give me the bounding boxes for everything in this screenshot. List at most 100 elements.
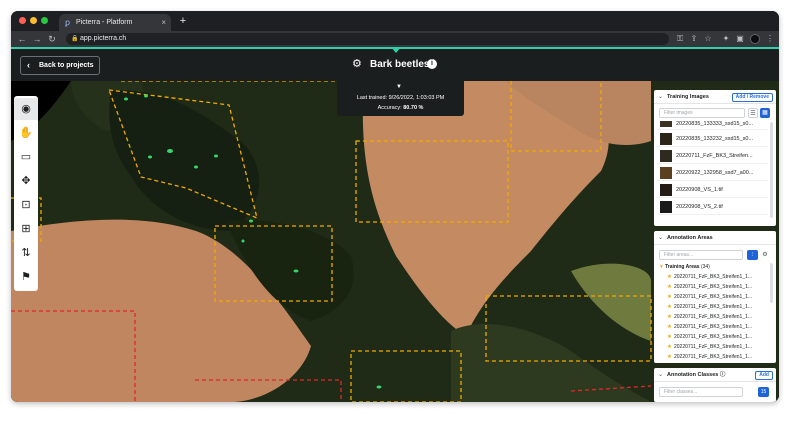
areas-list-icon[interactable]: ⫶ (747, 250, 758, 260)
image-label: 20220835_133232_ssd15_s0... (676, 136, 754, 142)
image-label: 20220711_FzF_BK3_Streifen... (676, 153, 753, 159)
rectangle-tool-icon[interactable]: ▭ (14, 146, 38, 168)
areas-scrollbar[interactable] (770, 263, 773, 303)
areas-options-icon[interactable]: ⚙ (760, 250, 770, 260)
area-label: 20220711_FzF_BK3_Streifen1_1... (674, 274, 753, 280)
star-icon: ★ (667, 284, 672, 290)
star-icon: ★ (667, 344, 672, 350)
app-header: ‹ Back to projects ⚙ Bark beetles i (11, 47, 779, 81)
image-thumbnail (660, 167, 672, 179)
area-label: 20220711_FzF_BK3_Streifen1_1... (674, 314, 753, 320)
hand-icon[interactable]: ✋ (14, 122, 38, 144)
image-thumbnail (660, 133, 672, 145)
annotation-classes-card: ⌄ Annotation Classes ⓘ Add Filter classe… (654, 368, 776, 402)
area-item[interactable]: ★ 20220711_FzF_BK3_Streifen1_1... (660, 352, 764, 362)
header-accent-notch (391, 47, 401, 53)
reload-button[interactable]: ↻ (46, 31, 58, 47)
extension-icon[interactable]: ✦ (720, 31, 732, 47)
training-image-row[interactable]: 20220835_133333_ssd15_s0... (657, 121, 768, 130)
caret-down-icon[interactable]: ▼ (396, 84, 402, 90)
chevron-down-icon: ⌄ (658, 94, 664, 100)
square-select-icon[interactable]: ⊡ (14, 194, 38, 216)
right-panel: ⌄ Training Images Add / Remove Filter im… (654, 90, 776, 402)
filter-classes-input[interactable]: Filter classes... (659, 387, 743, 397)
close-tab-icon[interactable]: × (161, 14, 166, 31)
area-item[interactable]: ★ 20220711_FzF_BK3_Streifen1_1... (660, 332, 764, 342)
training-images-card: ⌄ Training Images Add / Remove Filter im… (654, 90, 776, 226)
training-image-row[interactable]: 20220711_FzF_BK3_Streifen... (657, 148, 768, 164)
training-image-row[interactable]: 20220908_VS_1.tif (657, 182, 768, 198)
area-item[interactable]: ★ 20220711_FzF_BK3_Streifen1_1... (660, 272, 764, 282)
image-label: 20220835_133333_ssd15_s0... (676, 121, 754, 127)
info-icon[interactable]: ⓘ (720, 372, 726, 378)
flag-icon[interactable]: ⚑ (14, 266, 38, 288)
training-image-row[interactable]: 20220835_133232_ssd15_s0... (657, 131, 768, 147)
area-item[interactable]: ★ 20220711_FzF_BK3_Streifen1_1... (660, 302, 764, 312)
move-arrows-icon[interactable]: ✥ (14, 170, 38, 192)
group-label: Training Areas (665, 264, 700, 270)
star-icon: ★ (667, 354, 672, 360)
classes-count-badge[interactable]: 15 (758, 387, 769, 397)
area-item[interactable]: ★ 20220711_FzF_BK3_Streifen1_1... (660, 292, 764, 302)
profile-avatar[interactable] (750, 34, 760, 44)
menu-icon[interactable]: ⋮ (764, 31, 776, 47)
training-status-panel: ▼ Last trained: 9/26/2022, 1:03:03 PM Ac… (337, 81, 464, 116)
area-label: 20220711_FzF_BK3_Streifen1_1... (674, 334, 753, 340)
minimize-window-dot[interactable] (30, 17, 37, 24)
info-icon[interactable]: i (427, 59, 437, 69)
star-icon: ★ (667, 334, 672, 340)
training-image-row[interactable]: 20220922_132958_ssd7_a00... (657, 165, 768, 181)
image-thumbnail (660, 201, 672, 213)
add-class-button[interactable]: Add (755, 371, 773, 380)
accuracy-row: Accuracy: 80.70 % (337, 105, 464, 111)
area-label: 20220711_FzF_BK3_Streifen1_1... (674, 354, 753, 360)
area-label: 20220711_FzF_BK3_Streifen1_1... (674, 344, 753, 350)
chevron-left-icon: ‹ (27, 60, 30, 70)
key-icon[interactable]: ⚿ (674, 31, 686, 47)
area-item[interactable]: ★ 20220711_FzF_BK3_Streifen1_1... (660, 282, 764, 292)
caret-down-icon: ▾ (660, 264, 663, 270)
accuracy-label: Accuracy: (377, 105, 402, 111)
training-areas-group[interactable]: ▾ Training Areas (34) (660, 262, 764, 272)
area-item[interactable]: ★ 20220711_FzF_BK3_Streifen1_1... (660, 322, 764, 332)
address-bar[interactable]: 🔒 app.picterra.ch (66, 33, 669, 45)
training-image-row[interactable]: 20220908_VS_2.tif (657, 199, 768, 215)
area-label: 20220711_FzF_BK3_Streifen1_1... (674, 304, 753, 310)
share-icon[interactable]: ⇪ (688, 31, 700, 47)
tab-title: Picterra - Platform (76, 19, 133, 26)
back-nav-button[interactable]: ← (16, 31, 28, 47)
new-tab-button[interactable]: + (176, 14, 190, 28)
image-thumbnail (660, 150, 672, 162)
image-thumbnail (660, 184, 672, 196)
star-icon: ★ (667, 304, 672, 310)
back-label: Back to projects (39, 62, 94, 69)
image-label: 20220922_132958_ssd7_a00... (676, 170, 754, 176)
filter-areas-input[interactable]: Filter areas... (659, 250, 743, 260)
browser-tab[interactable]: ꝑ Picterra - Platform × (59, 14, 171, 31)
eye-icon[interactable]: ◉ (14, 98, 38, 120)
annotation-areas-header[interactable]: ⌄ Annotation Areas (654, 231, 776, 245)
annotation-classes-title: Annotation Classes (667, 372, 719, 378)
star-icon: ★ (667, 314, 672, 320)
add-remove-images-button[interactable]: Add / Remove (731, 93, 773, 102)
sort-arrows-icon[interactable]: ⇅ (14, 242, 38, 264)
chevron-down-icon: ⌄ (658, 235, 664, 241)
list-view-icon[interactable]: ☰ (748, 108, 758, 118)
forward-nav-button[interactable]: → (31, 31, 43, 47)
url-text: app.picterra.ch (80, 35, 127, 42)
training-images-title: Training Images (667, 94, 709, 100)
area-item[interactable]: ★ 20220711_FzF_BK3_Streifen1_1... (660, 312, 764, 322)
close-window-dot[interactable] (19, 17, 26, 24)
grid-view-icon[interactable]: ▦ (760, 108, 770, 118)
gear-icon[interactable]: ⚙ (352, 57, 362, 70)
sidebar-icon[interactable]: ▣ (734, 31, 746, 47)
back-to-projects-button[interactable]: ‹ Back to projects (20, 56, 100, 75)
area-item[interactable]: ★ 20220711_FzF_BK3_Streifen1_1... (660, 342, 764, 352)
star-icon[interactable]: ☆ (702, 31, 714, 47)
maximize-window-dot[interactable] (41, 17, 48, 24)
images-scrollbar[interactable] (770, 122, 773, 218)
star-icon: ★ (667, 324, 672, 330)
filter-images-input[interactable]: Filter images (659, 108, 745, 118)
zoom-box-icon[interactable]: ⊞ (14, 218, 38, 240)
area-label: 20220711_FzF_BK3_Streifen1_1... (674, 324, 753, 330)
